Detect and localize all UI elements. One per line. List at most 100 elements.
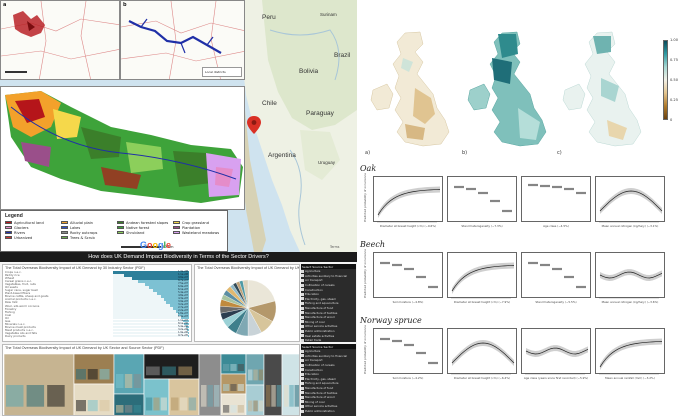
source-sector-list[interactable]: Agriculture Activities auxiliary to finan… (301, 349, 356, 413)
treemap-subcell[interactable] (223, 364, 230, 371)
checkbox[interactable] (301, 324, 304, 328)
treemap-subcell[interactable] (266, 385, 271, 407)
treemap-subcell[interactable] (133, 405, 142, 413)
treemap-subcell[interactable] (87, 369, 98, 380)
treemap-subcell[interactable] (160, 397, 167, 411)
treemap-subcell[interactable] (284, 385, 289, 407)
checkbox[interactable] (301, 386, 304, 390)
treemap-subcell[interactable] (179, 397, 188, 411)
checkbox[interactable] (301, 400, 304, 404)
treemap-subcell[interactable] (153, 397, 160, 411)
checkbox[interactable] (301, 297, 304, 301)
treemap-subcell[interactable] (6, 385, 24, 407)
checkbox[interactable] (301, 301, 304, 305)
treemap-subcell[interactable] (294, 385, 300, 407)
checkbox[interactable] (301, 283, 304, 287)
source-sector-list[interactable]: Agriculture Activities auxiliary to finan… (301, 269, 356, 342)
treemap-subcell[interactable] (178, 366, 193, 376)
treemap-subcell[interactable] (289, 385, 294, 407)
checkbox[interactable] (301, 334, 304, 338)
sector-treemap[interactable] (4, 354, 300, 416)
treemap-subcell[interactable] (99, 400, 110, 412)
map-attribution[interactable]: Terms (330, 245, 339, 249)
sector-bar-chart[interactable]: 1.3e+08 1.1e+08 9.8e+07 8.7e+07 7.5e+07 6.9e+… (113, 270, 189, 338)
checkbox[interactable] (301, 363, 304, 367)
treemap-subcell[interactable] (76, 369, 86, 380)
checkbox[interactable] (301, 311, 304, 315)
treemap-subcell[interactable] (230, 364, 237, 371)
source-sector-option[interactable]: Public administration (301, 409, 356, 414)
land-cover-map[interactable] (0, 86, 245, 210)
treemap-subcell[interactable] (258, 369, 264, 381)
treemap-subcell[interactable] (237, 364, 244, 371)
checkbox[interactable] (301, 292, 304, 296)
treemap-subcell[interactable] (201, 385, 207, 407)
treemap-subcell[interactable] (116, 405, 124, 413)
treemap-subcell[interactable] (188, 397, 197, 411)
treemap-subcell[interactable] (99, 369, 110, 380)
sector-bar[interactable]: 9.7e+05 (113, 334, 189, 338)
treemap-subcell[interactable] (258, 400, 264, 412)
checkbox[interactable] (301, 306, 304, 310)
checkbox[interactable] (301, 288, 304, 292)
treemap-subcell[interactable] (87, 400, 98, 412)
checkbox[interactable] (301, 404, 304, 408)
checkbox[interactable] (301, 391, 304, 395)
source-sector-option[interactable]: Retail trade (301, 338, 356, 342)
checkbox[interactable] (301, 395, 304, 399)
inset-map-b[interactable]: b Local districts (120, 0, 245, 80)
sector-pie-chart[interactable] (195, 275, 300, 341)
country-label: Chile (262, 100, 277, 107)
treemap-subcell[interactable] (146, 397, 153, 411)
treemap-subcell[interactable] (230, 405, 237, 413)
checkbox[interactable] (301, 349, 304, 353)
treemap-subcell[interactable] (223, 384, 230, 391)
treemap-subcell[interactable] (162, 366, 176, 376)
checkbox[interactable] (301, 368, 304, 372)
treemap-subcell[interactable] (171, 397, 179, 411)
treemap-card[interactable]: The Total Overseas Biodiversity Impact o… (2, 344, 300, 416)
treemap-subcell[interactable] (124, 405, 133, 413)
checkbox[interactable] (301, 372, 304, 376)
treemap-subcell[interactable] (248, 369, 253, 381)
checkbox[interactable] (301, 358, 304, 362)
treemap-subcell[interactable] (237, 405, 244, 413)
source-sector-panel-2[interactable]: Select Source Sector Agriculture Activiti… (301, 344, 356, 416)
treemap-subcell[interactable] (76, 400, 86, 412)
checkbox[interactable] (301, 354, 304, 358)
checkbox[interactable] (301, 338, 304, 342)
treemap-subcell[interactable] (133, 374, 142, 388)
treemap-subcell[interactable] (271, 385, 276, 407)
checkbox[interactable] (301, 381, 304, 385)
checkbox[interactable] (301, 274, 304, 278)
treemap-subcell[interactable] (213, 385, 220, 407)
treemap-subcell[interactable] (26, 385, 45, 407)
checkbox[interactable] (301, 320, 304, 324)
treemap-subcell[interactable] (248, 400, 253, 412)
google-logo: Google (140, 240, 172, 250)
inset-map-a[interactable]: a (0, 0, 120, 80)
checkbox[interactable] (301, 278, 304, 282)
treemap-subcell[interactable] (124, 374, 133, 388)
checkbox[interactable] (301, 377, 304, 381)
location-pin-icon[interactable] (247, 116, 261, 134)
treemap-subcell[interactable] (207, 385, 213, 407)
checkbox[interactable] (301, 315, 304, 319)
source-sector-panel[interactable]: Select Source Sector Agriculture Activiti… (301, 264, 356, 342)
treemap-subcell[interactable] (237, 384, 244, 391)
treemap-subcell[interactable] (146, 366, 160, 376)
checkbox[interactable] (301, 329, 304, 333)
treemap-subcell[interactable] (223, 405, 230, 413)
checkbox[interactable] (301, 409, 304, 413)
treemap-subcell[interactable] (253, 369, 258, 381)
treemap-subcell[interactable] (230, 384, 237, 391)
treemap-subcell[interactable] (253, 400, 258, 412)
pdp-ci-band (452, 262, 514, 294)
map-panel[interactable]: Peru Bolivia Brazil Paraguay Chile Argen… (0, 0, 357, 252)
checkbox[interactable] (301, 269, 304, 273)
treemap-subcell[interactable] (116, 374, 124, 388)
treemap-subcell[interactable] (47, 385, 65, 407)
pie-card[interactable]: The Total Overseas Biodiversity Impact o… (194, 264, 300, 342)
sector-bar-card[interactable]: The Total Overseas Biodiversity Impact o… (2, 264, 192, 342)
treemap-subcell[interactable] (276, 385, 282, 407)
